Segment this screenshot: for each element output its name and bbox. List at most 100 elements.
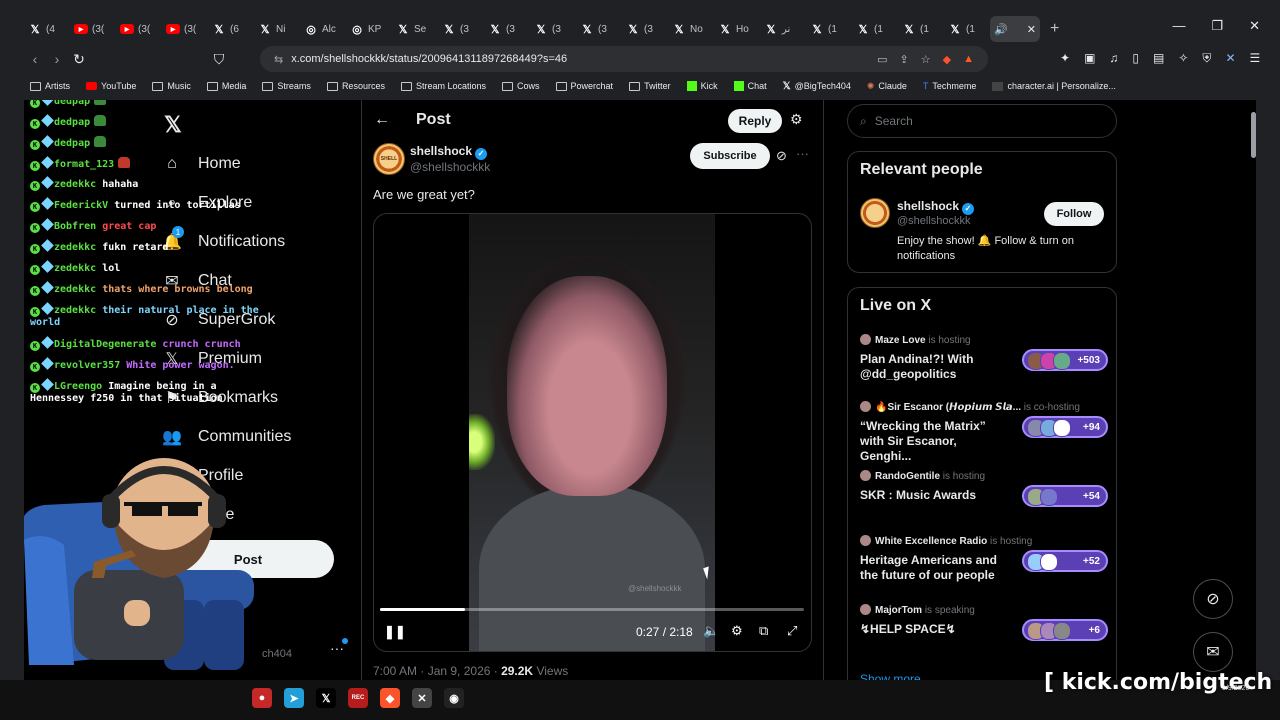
browser-tab[interactable]: 𝕏 (6: [208, 16, 254, 42]
grok-icon[interactable]: ⊘: [776, 148, 787, 164]
space-title[interactable]: SKR : Music Awards: [860, 488, 1010, 503]
close-tab-icon[interactable]: ✕: [1027, 23, 1036, 36]
profile-x-icon[interactable]: ✕: [1225, 51, 1235, 66]
brave-rewards-icon[interactable]: ▲: [963, 53, 974, 66]
bookmark-item[interactable]: Media: [206, 81, 246, 91]
space-title[interactable]: Plan Andina!?! With @dd_geopolitics: [860, 352, 1010, 382]
browser-tab[interactable]: 𝕏 نر: [760, 16, 806, 42]
wallet-icon[interactable]: ▣: [1084, 51, 1095, 66]
space-title[interactable]: “Wrecking the Matrix” with Sir Escanor, …: [860, 419, 1010, 464]
search-input[interactable]: ⌕ Search: [847, 104, 1117, 138]
post-timestamp[interactable]: 7:00 AM · Jan 9, 2026 ·: [373, 664, 501, 678]
author-avatar[interactable]: SHELL: [373, 143, 405, 175]
browser-tab[interactable]: 𝕏 Ni: [254, 16, 300, 42]
space-listeners-pill[interactable]: +52: [1022, 550, 1108, 572]
minimize-icon[interactable]: —: [1172, 18, 1185, 34]
bookmark-item[interactable]: Stream Locations: [400, 81, 486, 91]
browser-tab[interactable]: ▶ (3(: [70, 16, 116, 42]
pause-icon[interactable]: ❚❚: [384, 624, 406, 640]
browser-tab[interactable]: 𝕏 (3: [622, 16, 668, 42]
browser-tab[interactable]: ◎ Alc: [300, 16, 346, 42]
bookmark-item[interactable]: Twitter: [629, 81, 671, 91]
taskbar-app-icon[interactable]: ●: [252, 688, 272, 708]
subscribe-button[interactable]: Subscribe: [690, 143, 770, 169]
bookmark-item[interactable]: YouTube: [86, 81, 136, 91]
browser-tab[interactable]: 𝕏 (1: [898, 16, 944, 42]
relevant-name-row[interactable]: shellshock ✓: [897, 199, 975, 215]
telegram-icon[interactable]: ➤: [284, 688, 304, 708]
star-icon[interactable]: ☆: [921, 53, 931, 66]
bookmark-item[interactable]: ✺ Claude: [867, 81, 907, 92]
site-info-icon[interactable]: ⇆: [274, 53, 283, 66]
extensions-icon[interactable]: ✦: [1060, 51, 1070, 66]
reply-button[interactable]: Reply: [728, 109, 782, 133]
vpn-icon[interactable]: ⛨: [1202, 51, 1211, 66]
active-app-icon[interactable]: ✕: [412, 688, 432, 708]
wallet2-icon[interactable]: ▤: [1153, 51, 1164, 66]
author-name[interactable]: shellshock: [410, 144, 472, 158]
brave-shield-icon[interactable]: ◆: [943, 53, 951, 66]
live-space-item[interactable]: Maze Love is hosting Plan Andina!?! With …: [860, 334, 1108, 394]
sliders-icon[interactable]: ⚙: [790, 111, 803, 128]
messages-fab-icon[interactable]: ✉: [1193, 632, 1233, 672]
account-handle[interactable]: ch404: [262, 648, 292, 660]
relevant-avatar[interactable]: [860, 198, 890, 228]
live-space-item[interactable]: RandoGentile is hosting SKR : Music Award…: [860, 470, 1108, 530]
browser-tab[interactable]: 𝕏 Se: [392, 16, 438, 42]
address-bar[interactable]: ⇆ x.com/shellshockkk/status/200964131189…: [260, 46, 988, 72]
leo-icon[interactable]: ✧: [1178, 51, 1188, 66]
space-title[interactable]: ↯HELP SPACE↯: [860, 622, 1010, 637]
author-handle[interactable]: @shellshockkk: [410, 160, 490, 174]
brave-taskbar-icon[interactable]: ◆: [380, 688, 400, 708]
follow-button[interactable]: Follow: [1044, 202, 1104, 226]
settings-gear-icon[interactable]: ⚙: [731, 623, 743, 639]
volume-icon[interactable]: 🔈: [703, 623, 719, 639]
browser-tab[interactable]: 𝕏 (3: [576, 16, 622, 42]
browser-tab[interactable]: 𝕏 (3: [530, 16, 576, 42]
close-window-icon[interactable]: ✕: [1249, 18, 1260, 34]
bookmark-item[interactable]: Chat: [733, 81, 767, 91]
pip-icon[interactable]: ⧉: [759, 623, 768, 639]
fullscreen-icon[interactable]: ⤢: [787, 623, 797, 639]
live-space-item[interactable]: 🔥Sir Escanor (𝙃𝙤𝙥𝙞𝙪𝙢 𝙎𝙡𝙖... is co-hostin…: [860, 401, 1108, 464]
more-options-icon[interactable]: ···: [796, 146, 809, 161]
bookmark-item[interactable]: Music: [152, 81, 191, 91]
browser-tab[interactable]: 𝕏 (1: [806, 16, 852, 42]
relevant-name[interactable]: shellshock: [897, 199, 959, 213]
browser-tab[interactable]: ▶ (3(: [162, 16, 208, 42]
browser-tab[interactable]: 𝕏 (1: [944, 16, 990, 42]
grok-fab-icon[interactable]: ⊘: [1193, 579, 1233, 619]
active-browser-tab[interactable]: 🔊 ✕: [990, 16, 1040, 42]
browser-tab[interactable]: 𝕏 (1: [852, 16, 898, 42]
recorder-app-icon[interactable]: REC: [348, 688, 368, 708]
bookmark-item[interactable]: 𝕏 @BigTech404: [783, 81, 851, 92]
browser-tab[interactable]: 𝕏 (4: [24, 16, 70, 42]
forward-icon[interactable]: ›: [46, 51, 68, 67]
url-text[interactable]: x.com/shellshockkk/status/20096413118972…: [291, 53, 567, 65]
browser-tab[interactable]: 𝕏 (3: [484, 16, 530, 42]
media-icon[interactable]: ♫: [1109, 51, 1118, 66]
browser-tab[interactable]: ◎ KP: [346, 16, 392, 42]
show-more-link[interactable]: Show more: [860, 672, 921, 680]
reload-icon[interactable]: ↻: [68, 51, 90, 68]
live-space-item[interactable]: MajorTom is speaking ↯HELP SPACE↯ +6: [860, 604, 1108, 664]
back-arrow-icon[interactable]: ←: [374, 111, 390, 129]
page-scrollbar[interactable]: [1251, 112, 1256, 158]
browser-tab[interactable]: 𝕏 No: [668, 16, 714, 42]
space-listeners-pill[interactable]: +54: [1022, 485, 1108, 507]
bookmark-item[interactable]: Powerchat: [555, 81, 613, 91]
bookmark-item[interactable]: character.ai | Personalize...: [992, 81, 1116, 91]
space-listeners-pill[interactable]: +6: [1022, 619, 1108, 641]
live-space-item[interactable]: White Excellence Radio is hosting Heritag…: [860, 535, 1108, 595]
bookmark-page-icon[interactable]: ⛉: [208, 51, 230, 68]
video-progress-bar[interactable]: [380, 608, 804, 611]
new-tab-icon[interactable]: +: [1050, 20, 1059, 38]
author-name-row[interactable]: shellshock ✓: [410, 144, 488, 160]
browser-tab[interactable]: 𝕏 (3: [438, 16, 484, 42]
browser-tab[interactable]: ▶ (3(: [116, 16, 162, 42]
cast-icon[interactable]: ▭: [877, 53, 887, 66]
menu-icon[interactable]: ☰: [1250, 51, 1261, 66]
space-listeners-pill[interactable]: +94: [1022, 416, 1108, 438]
bookmark-item[interactable]: Kick: [686, 81, 718, 91]
maximize-icon[interactable]: ❐: [1211, 18, 1223, 34]
